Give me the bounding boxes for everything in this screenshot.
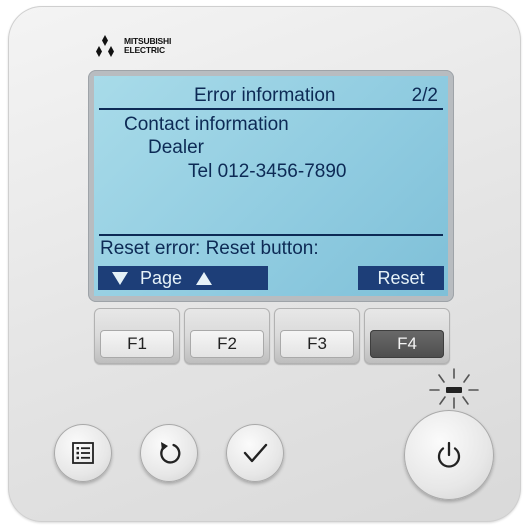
contact-heading: Contact information xyxy=(124,114,289,135)
three-diamonds-icon xyxy=(96,35,114,57)
reset-prompt: Reset error: Reset button: xyxy=(100,238,319,259)
return-arrow-icon xyxy=(160,442,181,464)
page-indicator: 2/2 xyxy=(411,85,438,106)
dealer-label: Dealer xyxy=(148,137,204,158)
mitsubishi-logo: MITSUBISHI ELECTRIC xyxy=(92,35,171,57)
f1-label: F1 xyxy=(100,330,174,358)
return-button[interactable] xyxy=(140,424,198,482)
page-down-icon xyxy=(112,271,128,285)
lcd-screen: Error information 2/2 Contact informatio… xyxy=(94,76,448,296)
page-softkey: Page xyxy=(98,266,268,290)
f2-button[interactable]: F2 xyxy=(184,308,270,364)
f3-button[interactable]: F3 xyxy=(274,308,360,364)
f3-label: F3 xyxy=(280,330,354,358)
page-softkey-label: Page xyxy=(140,267,183,288)
power-button[interactable] xyxy=(404,410,494,500)
f2-label: F2 xyxy=(190,330,264,358)
reset-softkey-label: Reset xyxy=(377,267,425,288)
brand-text: MITSUBISHI ELECTRIC xyxy=(124,37,171,55)
dealer-phone: Tel 012-3456-7890 xyxy=(188,161,347,182)
brand-line-2: ELECTRIC xyxy=(124,45,165,55)
reset-softkey: Reset xyxy=(358,266,444,290)
function-key-row: F1 F2 F3 F4 xyxy=(94,308,450,364)
f4-button[interactable]: F4 xyxy=(364,308,450,364)
menu-button[interactable] xyxy=(54,424,112,482)
f1-button[interactable]: F1 xyxy=(94,308,180,364)
power-icon xyxy=(437,441,461,468)
page-up-icon xyxy=(196,271,213,285)
checkmark-icon xyxy=(243,443,268,463)
confirm-button[interactable] xyxy=(226,424,284,482)
title-divider xyxy=(99,108,443,110)
menu-list-icon xyxy=(72,442,94,464)
prompt-divider xyxy=(99,234,443,236)
screen-title: Error information xyxy=(194,85,336,106)
f4-label: F4 xyxy=(370,330,444,358)
